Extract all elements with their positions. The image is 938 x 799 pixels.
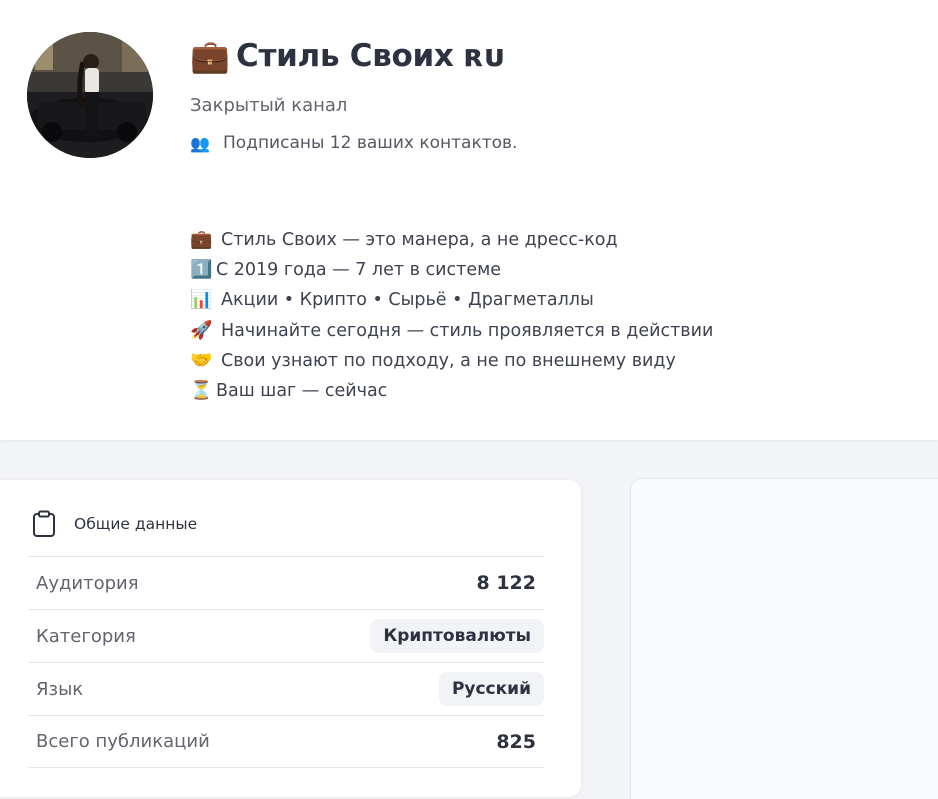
contacts-subscribed[interactable]: 👥 Подписаны 12 ваших контактов.: [190, 133, 517, 153]
channel-type: Закрытый канал: [190, 95, 348, 116]
channel-description: 💼 Стиль Своих — это манера, а не дресс-к…: [190, 225, 713, 406]
general-data-header: Общие данные: [32, 510, 197, 538]
clipboard-icon: [33, 510, 55, 537]
stat-label: Язык: [36, 678, 84, 700]
stat-row-language: Язык Русский: [28, 662, 544, 715]
description-text: Ваш шаг — сейчас: [216, 381, 388, 402]
general-data-title: Общие данные: [74, 515, 198, 533]
description-line: ⏳ Ваш шаг — сейчас: [190, 376, 713, 406]
language-badge[interactable]: Русский: [438, 672, 544, 706]
side-panel-card: [630, 478, 938, 799]
description-text: С 2019 года — 7 лет в системе: [216, 260, 502, 281]
keycap-one-icon: 1️⃣: [190, 259, 213, 281]
handshake-icon: 🤝: [190, 349, 213, 371]
description-line: 🚀 Начинайте сегодня — стиль проявляется …: [190, 316, 713, 346]
description-text: Свои узнают по подходу, а не по внешнему…: [221, 350, 676, 371]
stat-label: Всего публикаций: [36, 731, 210, 752]
stat-row-category: Категория Криптовалюты: [28, 609, 544, 662]
general-data-table: Аудитория 8 122 Категория Криптовалюты Я…: [28, 556, 544, 768]
description-line: 1️⃣ С 2019 года — 7 лет в системе: [190, 255, 713, 285]
stat-value: 8 122: [476, 572, 537, 594]
channel-title-row: 💼 Стиль Своих ʀᴜ: [190, 38, 503, 74]
description-text: Акции • Крипто • Сырьё • Драгметаллы: [221, 290, 594, 311]
description-text: Стиль Своих — это манера, а не дресс-код: [221, 230, 618, 251]
bar-chart-icon: 📊: [190, 289, 213, 311]
hourglass-icon: ⏳: [190, 380, 213, 402]
stat-value: 825: [496, 730, 536, 753]
contacts-icon: 👥: [190, 133, 210, 153]
stat-row-audience: Аудитория 8 122: [28, 556, 544, 609]
general-data-card: Общие данные Аудитория 8 122 Категория К…: [0, 480, 581, 797]
description-line: 💼 Стиль Своих — это манера, а не дресс-к…: [190, 225, 713, 255]
stat-row-posts: Всего публикаций 825: [28, 715, 544, 768]
description-line: 🤝 Свои узнают по подходу, а не по внешне…: [190, 346, 713, 376]
description-line: 📊 Акции • Крипто • Сырьё • Драгметаллы: [190, 285, 713, 315]
category-badge[interactable]: Криптовалюты: [370, 619, 544, 653]
channel-avatar[interactable]: [27, 32, 153, 158]
stat-label: Аудитория: [36, 572, 139, 594]
avatar-photo: [27, 32, 153, 158]
contacts-text: Подписаны 12 ваших контактов.: [223, 133, 518, 153]
briefcase-icon: 💼: [190, 229, 213, 251]
description-text: Начинайте сегодня — стиль проявляется в …: [221, 320, 714, 341]
briefcase-icon: 💼: [190, 38, 230, 74]
stat-label: Категория: [36, 625, 136, 647]
rocket-icon: 🚀: [190, 319, 213, 341]
channel-title: Стиль Своих ʀᴜ: [236, 38, 504, 74]
channel-header-card: 💼 Стиль Своих ʀᴜ Закрытый канал 👥 Подпис…: [0, 0, 938, 440]
